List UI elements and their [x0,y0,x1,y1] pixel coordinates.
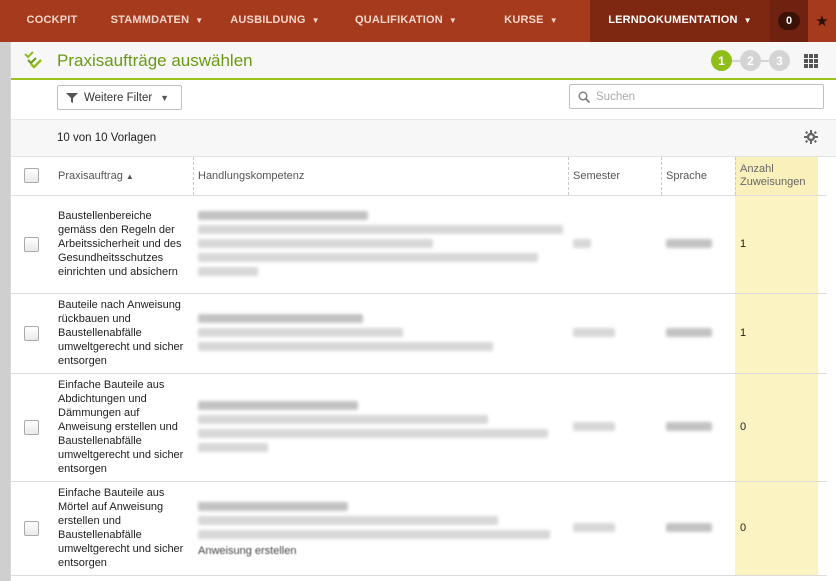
sprache-cell [661,481,735,576]
handlungskompetenz-cell [193,373,568,482]
nav-item-kurse[interactable]: KURSE ▼ [472,0,590,42]
chevron-down-icon: ▼ [448,15,458,25]
table-row[interactable]: Einfache Bauteile aus Abdichtungen und D… [11,373,827,482]
praxisauftrag-cell: Einfache Bauteile aus Abdichtungen und D… [53,373,193,482]
chevron-down-icon: ▼ [549,15,558,25]
nav-item-cockpit[interactable]: COCKPIT [0,0,104,42]
handlungskompetenz-residual-text: Anweisung erstellen [198,544,297,557]
anzahl-zuweisungen-cell: 1 [735,195,818,294]
nav-item-label: QUALIFIKATION [354,14,443,26]
select-all-checkbox[interactable] [24,168,39,184]
nav-item-label: STAMMDATEN [110,14,190,26]
select-all-cell [11,157,53,196]
handlungskompetenz-cell [193,293,568,374]
nav-item-lerndokumentation[interactable]: LERNDOKUMENTATION ▼ [590,0,770,42]
star-icon[interactable]: ★ [808,0,836,42]
praxisauftrag-cell: Bauteile nach Anweisung rückbauen und Ba… [53,293,193,374]
column-label: Anzahl Zuweisungen [740,162,806,188]
column-header-sprache[interactable]: Sprache [661,157,735,196]
column-header-anzahl-zuweisungen[interactable]: Anzahl Zuweisungen [735,157,818,196]
semester-cell [568,373,661,482]
column-header-praxisauftrag[interactable]: Praxisauftrag ▲ [53,157,193,196]
filter-button-label: Weitere Filter [84,91,153,104]
nav-item-label: AUSBILDUNG [230,14,306,26]
column-label: Praxisauftrag [58,169,123,182]
sprache-cell [661,373,735,482]
handlungskompetenz-cell [193,195,568,294]
nav-item-label: KURSE [504,14,544,26]
row-checkbox[interactable] [24,325,39,341]
search-box[interactable] [569,84,824,109]
table-row[interactable]: Bauteile nach Anweisung rückbauen und Ba… [11,293,827,374]
handlungskompetenz-cell: Anweisung erstellen [193,481,568,576]
column-label: Handlungskompetenz [198,169,305,182]
sprache-cell [661,293,735,374]
page-title: Praxisaufträge auswählen [57,51,253,70]
more-filters-button[interactable]: Weitere Filter ▼ [57,85,182,110]
task-list-icon [24,51,42,69]
table-row[interactable]: Baustellenbereiche gemäss den Regeln der… [11,195,827,294]
column-header-handlungskompetenz[interactable]: Handlungskompetenz [193,157,568,196]
column-header-semester[interactable]: Semester [568,157,661,196]
step-connector [732,59,740,62]
column-spacer [818,157,827,196]
table-row[interactable]: Einfache Bauteile aus Mörtel auf Anweisu… [11,481,827,576]
selection-panel: Praxisaufträge auswählen 1 2 3 Weitere F… [10,42,836,581]
anzahl-zuweisungen-cell: 0 [735,373,818,482]
result-count-bar: 10 von 10 Vorlagen [11,120,836,157]
filter-toolbar: Weitere Filter ▼ [11,80,836,120]
row-checkbox[interactable] [24,520,39,536]
nav-item-stammdaten[interactable]: STAMMDATEN ▼ [104,0,210,42]
row-select-cell [11,195,53,294]
notification-button[interactable]: 0 [770,0,808,42]
row-checkbox[interactable] [24,419,39,435]
praxisauftrag-cell: Baustellenbereiche gemäss den Regeln der… [53,195,193,294]
praxisauftrag-cell: Einfache Bauteile aus Mörtel auf Anweisu… [53,481,193,576]
gear-icon[interactable] [804,130,818,144]
panel-header: Praxisaufträge auswählen 1 2 3 [11,42,836,80]
anzahl-zuweisungen-cell: 1 [735,293,818,374]
row-select-cell [11,373,53,482]
column-label: Sprache [666,169,707,182]
step-connector [761,59,769,62]
grid-menu-icon[interactable] [804,54,818,68]
filter-icon [66,92,78,103]
search-icon [578,91,590,103]
wizard-step-2[interactable]: 2 [740,50,761,71]
nav-item-label: LERNDOKUMENTATION [608,14,738,26]
sprache-cell [661,195,735,294]
nav-item-label: COCKPIT [26,14,78,26]
semester-cell [568,481,661,576]
semester-cell [568,293,661,374]
notification-badge: 0 [778,12,800,30]
semester-cell [568,195,661,294]
column-label: Semester [573,169,621,182]
wizard-steps: 1 2 3 [711,50,790,71]
chevron-down-icon: ▼ [311,15,320,25]
chevron-down-icon: ▼ [195,15,204,25]
chevron-down-icon: ▼ [743,15,752,25]
wizard-step-3[interactable]: 3 [769,50,790,71]
row-select-cell [11,293,53,374]
table-header-row: Praxisauftrag ▲ Handlungskompetenz Semest… [11,157,827,196]
search-input[interactable] [596,90,796,103]
nav-item-ausbildung[interactable]: AUSBILDUNG ▼ [210,0,340,42]
nav-item-qualifikation[interactable]: QUALIFIKATION ▼ [340,0,472,42]
sort-ascending-icon: ▲ [125,171,134,181]
top-navigation: COCKPIT STAMMDATEN ▼ AUSBILDUNG ▼ QUALIFIK… [0,0,836,42]
row-select-cell [11,481,53,576]
result-count: 10 von 10 Vorlagen [57,132,157,144]
praxisauftraege-table: Praxisauftrag ▲ Handlungskompetenz Semest… [11,157,827,576]
anzahl-zuweisungen-cell: 0 [735,481,818,576]
wizard-step-1[interactable]: 1 [711,50,732,71]
row-checkbox[interactable] [24,236,39,252]
chevron-down-icon: ▼ [160,92,170,103]
